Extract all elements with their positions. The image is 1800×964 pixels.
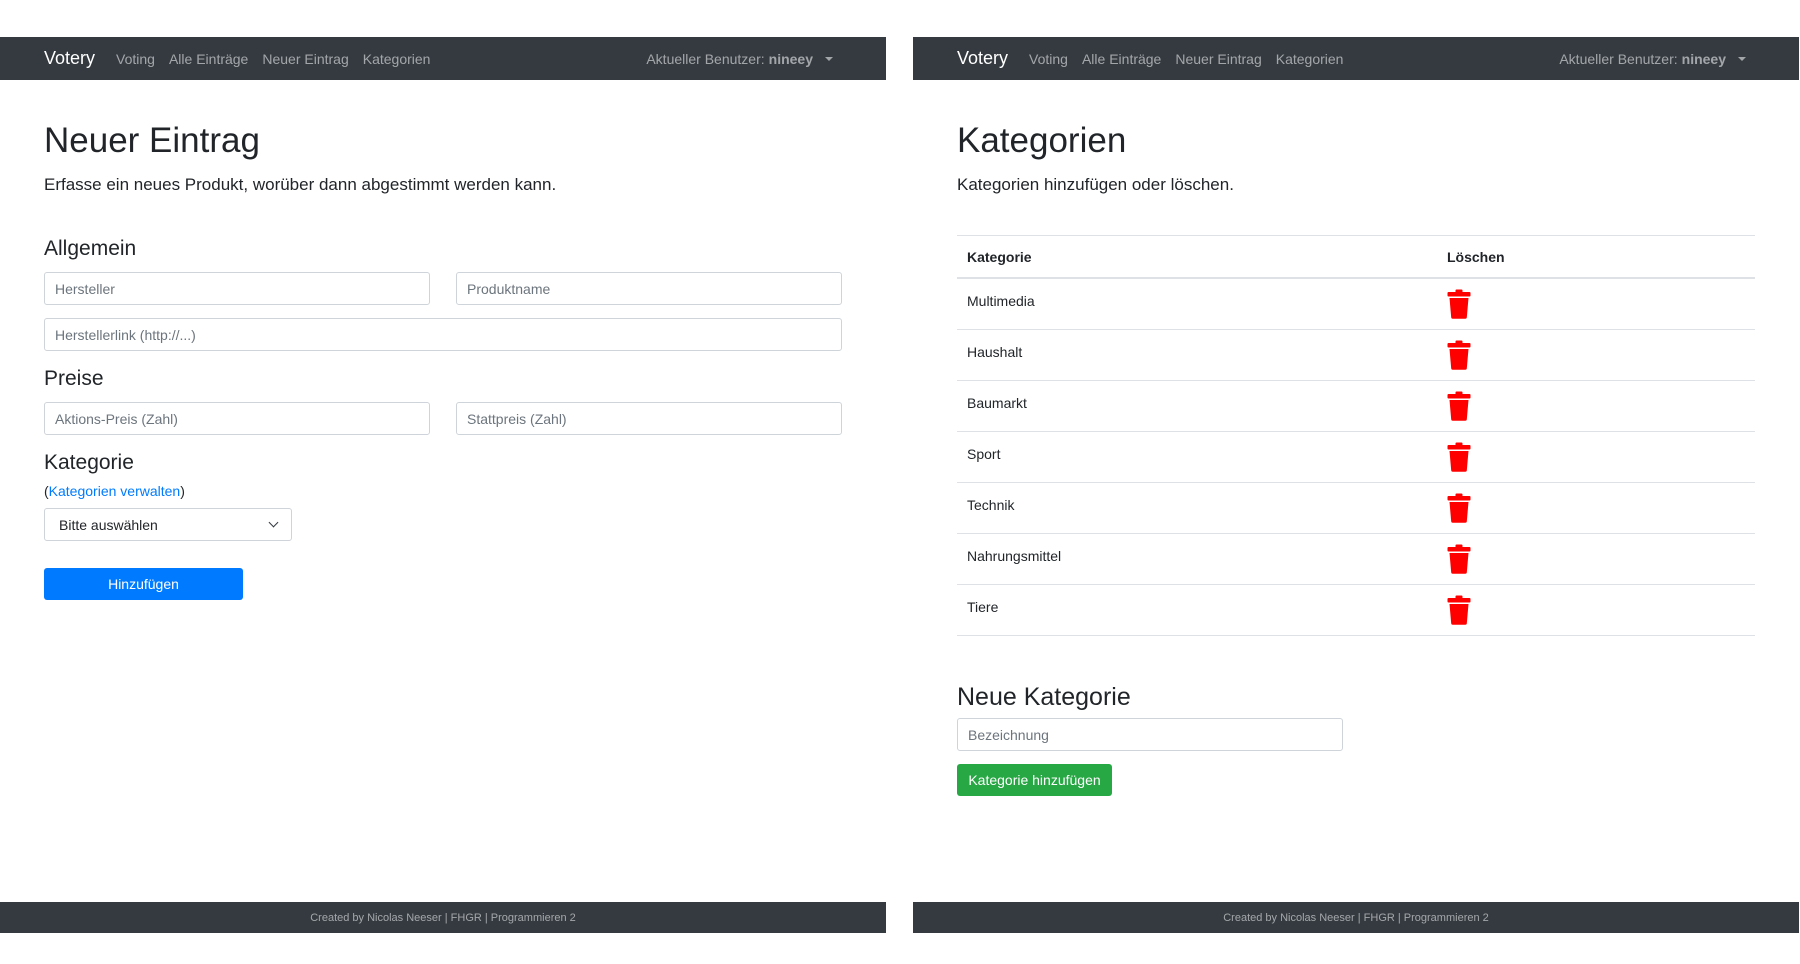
delete-cell [1447, 585, 1471, 635]
category-name: Sport [967, 446, 1001, 462]
manage-categories-link[interactable]: Kategorien verwalten [49, 483, 181, 499]
product-name-input[interactable]: Produktname [456, 272, 842, 305]
trash-icon[interactable] [1447, 493, 1471, 523]
kategorien-window: Votery Voting Alle Einträge Neuer Eintra… [913, 0, 1799, 964]
user-name: nineey [1681, 50, 1726, 67]
delete-cell [1447, 279, 1471, 329]
user-menu[interactable]: Aktueller Benutzer: nineey [646, 37, 833, 80]
page-title: Neuer Eintrag [44, 121, 260, 160]
paren-close: ) [180, 483, 185, 499]
main-content: Kategorien Kategorien hinzufügen oder lö… [957, 80, 1755, 195]
manufacturer-link-input[interactable]: Herstellerlink (http://...) [44, 318, 842, 351]
page-lead: Kategorien hinzufügen oder löschen. [957, 174, 1234, 194]
footer: Created by Nicolas Neeser | FHGR | Progr… [913, 902, 1799, 933]
trash-icon[interactable] [1447, 391, 1471, 421]
chevron-down-icon [268, 517, 279, 528]
nav-alle-eintraege[interactable]: Alle Einträge [169, 51, 248, 67]
add-entry-button[interactable]: Hinzufügen [44, 568, 243, 600]
table-header: Kategorie Löschen [957, 236, 1755, 279]
brand-logo[interactable]: Votery [957, 48, 1008, 69]
user-menu[interactable]: Aktueller Benutzer: nineey [1559, 37, 1746, 80]
nav-neuer-eintrag[interactable]: Neuer Eintrag [1175, 51, 1261, 67]
category-name: Nahrungsmittel [967, 548, 1062, 564]
category-name: Multimedia [967, 293, 1035, 309]
section-kategorie: Kategorie [44, 451, 134, 474]
nav-neuer-eintrag[interactable]: Neuer Eintrag [262, 51, 348, 67]
brand-logo[interactable]: Votery [44, 48, 95, 69]
trash-icon[interactable] [1447, 340, 1471, 370]
table-body: Multimedia Haushalt Baumarkt Sport Technik Na… [957, 279, 1755, 636]
caret-down-icon [825, 56, 833, 61]
regular-price-input[interactable]: Stattpreis (Zahl) [456, 402, 842, 435]
category-name: Tiere [967, 599, 999, 615]
delete-cell [1447, 330, 1471, 380]
table-row: Nahrungsmittel [957, 534, 1755, 585]
footer-text: Created by Nicolas Neeser | FHGR | Progr… [1223, 911, 1489, 924]
table-row: Baumarkt [957, 381, 1755, 432]
delete-cell [1447, 381, 1471, 431]
header-kategorie: Kategorie [967, 248, 1032, 265]
sale-price-input[interactable]: Aktions-Preis (Zahl) [44, 402, 430, 435]
navbar: Votery Voting Alle Einträge Neuer Eintra… [0, 37, 886, 80]
trash-icon[interactable] [1447, 595, 1471, 625]
category-name: Technik [967, 497, 1015, 513]
delete-cell [1447, 483, 1471, 533]
category-name: Baumarkt [967, 395, 1027, 411]
section-neue-kategorie: Neue Kategorie [957, 683, 1131, 711]
trash-icon[interactable] [1447, 544, 1471, 574]
add-category-button[interactable]: Kategorie hinzufügen [957, 764, 1112, 796]
nav-kategorien[interactable]: Kategorien [363, 51, 431, 67]
manufacturer-input[interactable]: Hersteller [44, 272, 430, 305]
table-row: Tiere [957, 585, 1755, 636]
nav-alle-eintraege[interactable]: Alle Einträge [1082, 51, 1161, 67]
nav-voting[interactable]: Voting [1029, 51, 1068, 67]
user-name: nineey [768, 50, 813, 67]
category-name-input[interactable]: Bezeichnung [957, 718, 1343, 751]
header-loeschen: Löschen [1447, 248, 1505, 265]
nav-voting[interactable]: Voting [116, 51, 155, 67]
user-label: Aktueller Benutzer: [1559, 50, 1678, 67]
page-lead: Erfasse ein neues Produkt, worüber dann … [44, 174, 557, 194]
delete-cell [1447, 534, 1471, 584]
section-preise: Preise [44, 367, 104, 390]
user-label: Aktueller Benutzer: [646, 50, 765, 67]
nav-kategorien[interactable]: Kategorien [1276, 51, 1344, 67]
categories-table: Kategorie Löschen Multimedia Haushalt Baum… [957, 235, 1755, 636]
category-select[interactable]: Bitte auswählen [44, 508, 292, 541]
page-title: Kategorien [957, 121, 1127, 160]
navbar: Votery Voting Alle Einträge Neuer Eintra… [913, 37, 1799, 80]
footer: Created by Nicolas Neeser | FHGR | Progr… [0, 902, 886, 933]
table-row: Technik [957, 483, 1755, 534]
table-row: Multimedia [957, 279, 1755, 330]
table-row: Sport [957, 432, 1755, 483]
delete-cell [1447, 432, 1471, 482]
footer-text: Created by Nicolas Neeser | FHGR | Progr… [310, 911, 576, 924]
neuer-eintrag-window: Votery Voting Alle Einträge Neuer Eintra… [0, 0, 886, 964]
section-allgemein: Allgemein [44, 237, 137, 260]
manage-categories-row: (Kategorien verwalten) [44, 483, 185, 499]
trash-icon[interactable] [1447, 289, 1471, 319]
trash-icon[interactable] [1447, 442, 1471, 472]
main-content: Neuer Eintrag Erfasse ein neues Produkt,… [44, 80, 842, 195]
caret-down-icon [1738, 56, 1746, 61]
category-select-value: Bitte auswählen [59, 516, 158, 533]
category-name: Haushalt [967, 344, 1023, 360]
table-row: Haushalt [957, 330, 1755, 381]
